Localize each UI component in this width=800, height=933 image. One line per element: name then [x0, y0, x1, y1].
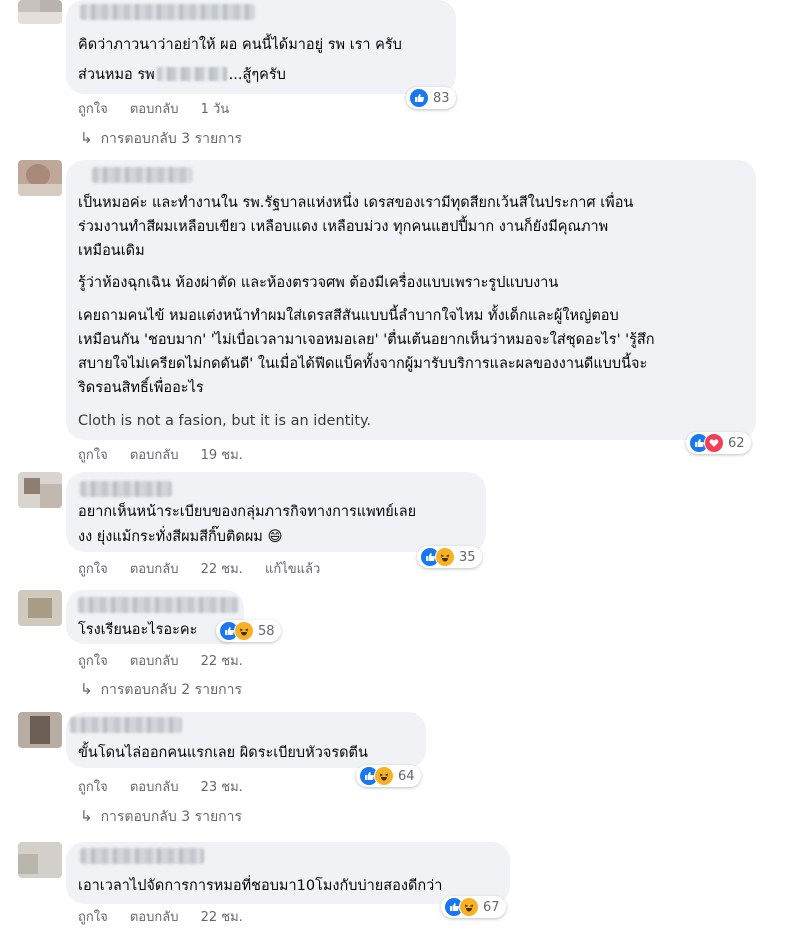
like-button[interactable]: ถูกใจ — [78, 102, 108, 117]
comment-text: เคยถามคนไข้ หมอแต่งหน้าทำผมใส่เดรสสีสันแ… — [78, 308, 619, 324]
comment-text: ร่วมงานทำสีผมเหลือบเขียว เหลือบแดง เหลือ… — [78, 219, 609, 235]
reaction-summary[interactable]: 83 — [406, 87, 456, 109]
comment-text: โรงเรียนอะไรอะคะ — [78, 622, 198, 638]
haha-reaction-icon — [435, 547, 455, 567]
reaction-summary[interactable]: 58 — [216, 620, 281, 642]
reaction-count: 35 — [459, 549, 476, 565]
reply-arrow-icon: ↳ — [80, 807, 93, 825]
avatar[interactable] — [18, 0, 62, 24]
comment-actions: ถูกใจ ตอบกลับ 23 ชม. — [78, 776, 261, 797]
commenter-name[interactable] — [80, 481, 172, 497]
hidden-text — [156, 67, 227, 81]
love-reaction-icon — [704, 433, 724, 453]
comment-text: คิดว่าภาวนาว่าอย่าให้ ผอ คนนี้ได้มาอยู่ … — [78, 37, 402, 53]
reply-arrow-icon: ↳ — [80, 680, 93, 698]
avatar[interactable] — [18, 472, 62, 508]
reaction-summary[interactable]: 67 — [441, 896, 506, 918]
avatar[interactable] — [18, 160, 62, 196]
commenter-name[interactable] — [80, 4, 255, 20]
reply-button[interactable]: ตอบกลับ — [130, 654, 179, 669]
timestamp[interactable]: 22 ชม. — [201, 910, 243, 925]
timestamp[interactable]: 19 ชม. — [201, 448, 243, 463]
reply-button[interactable]: ตอบกลับ — [130, 448, 179, 463]
commenter-name[interactable] — [78, 597, 238, 613]
reply-button[interactable]: ตอบกลับ — [130, 780, 179, 795]
avatar[interactable] — [18, 842, 62, 878]
comment-text: เหมือนเดิม — [78, 243, 145, 259]
edited-label: แก้ไขแล้ว — [264, 562, 321, 577]
reaction-count: 64 — [398, 768, 415, 784]
timestamp[interactable]: 1 วัน — [201, 102, 230, 117]
like-button[interactable]: ถูกใจ — [78, 562, 108, 577]
like-reaction-icon — [409, 88, 429, 108]
avatar[interactable] — [18, 712, 62, 748]
haha-reaction-icon — [234, 621, 254, 641]
comment-text: Cloth is not a fasion, but it is an iden… — [78, 413, 372, 429]
reaction-count: 58 — [258, 623, 275, 639]
like-button[interactable]: ถูกใจ — [78, 654, 108, 669]
comment-text: ริดรอนสิทธิ์เพื่ออะไร — [78, 380, 204, 396]
view-replies-link[interactable]: ↳ การตอบกลับ 3 รายการ — [80, 806, 242, 828]
haha-reaction-icon — [459, 897, 479, 917]
comment-actions: ถูกใจ ตอบกลับ 1 วัน — [78, 98, 247, 119]
comment-text: เหมือนกัน 'ชอบมาก' 'ไม่เบื่อเวลามาเจอหมอ… — [78, 332, 655, 348]
comment-actions: ถูกใจ ตอบกลับ 22 ชม. แก้ไขแล้ว — [78, 558, 338, 579]
reaction-summary[interactable]: 62 — [686, 432, 751, 454]
like-button[interactable]: ถูกใจ — [78, 910, 108, 925]
commenter-name[interactable] — [80, 848, 204, 864]
reply-button[interactable]: ตอบกลับ — [130, 102, 179, 117]
like-button[interactable]: ถูกใจ — [78, 780, 108, 795]
reaction-count: 83 — [433, 90, 450, 106]
reaction-count: 67 — [483, 899, 500, 915]
reply-button[interactable]: ตอบกลับ — [130, 562, 179, 577]
timestamp[interactable]: 22 ชม. — [201, 654, 243, 669]
commenter-name[interactable] — [70, 717, 182, 733]
comment-text: เป็นหมอค่ะ และทำงานใน รพ.รัฐบาลแห่งหนึ่ง… — [78, 195, 634, 211]
like-button[interactable]: ถูกใจ — [78, 448, 108, 463]
timestamp[interactable]: 23 ชม. — [201, 780, 243, 795]
comment-actions: ถูกใจ ตอบกลับ 19 ชม. — [78, 444, 261, 465]
haha-reaction-icon — [374, 766, 394, 786]
reaction-summary[interactable]: 35 — [417, 546, 482, 568]
comment-text: ส่วนหมอ รพ ...สู้ๆครับ — [78, 67, 286, 83]
comment-text: เอาเวลาไปจัดการการหมอที่ชอบมา10โมงกับบ่า… — [78, 878, 443, 894]
view-replies-link[interactable]: ↳ การตอบกลับ 3 รายการ — [80, 128, 242, 150]
avatar[interactable] — [18, 590, 62, 626]
reply-button[interactable]: ตอบกลับ — [130, 910, 179, 925]
comment-text: อยากเห็นหน้าระเบียบของกลุ่มภารกิจทางการแ… — [78, 504, 417, 520]
comment-text: รู้ว่าห้องฉุกเฉิน ห้องผ่าตัด และห้องตรวจ… — [78, 275, 559, 291]
timestamp[interactable]: 22 ชม. — [201, 562, 243, 577]
reply-arrow-icon: ↳ — [80, 129, 93, 147]
commenter-name[interactable] — [92, 167, 192, 183]
comment-actions: ถูกใจ ตอบกลับ 22 ชม. — [78, 906, 261, 927]
reaction-count: 62 — [728, 435, 745, 451]
view-replies-link[interactable]: ↳ การตอบกลับ 2 รายการ — [80, 679, 242, 701]
comment-actions: ถูกใจ ตอบกลับ 22 ชม. — [78, 650, 261, 671]
comment-text: งง ยุ่งแม้กระทั่งสีผมสีกิ๊บติดผม 😄 — [78, 529, 283, 545]
reaction-summary[interactable]: 64 — [356, 765, 421, 787]
comment-text: สบายใจไม่เครียดไม่กดดันดี' ในเมื่อได้ฟีด… — [78, 356, 648, 372]
comment-text: ขั้นโดนไล่ออกคนแรกเลย ผิดระเบียบหัวจรดตี… — [78, 745, 368, 761]
